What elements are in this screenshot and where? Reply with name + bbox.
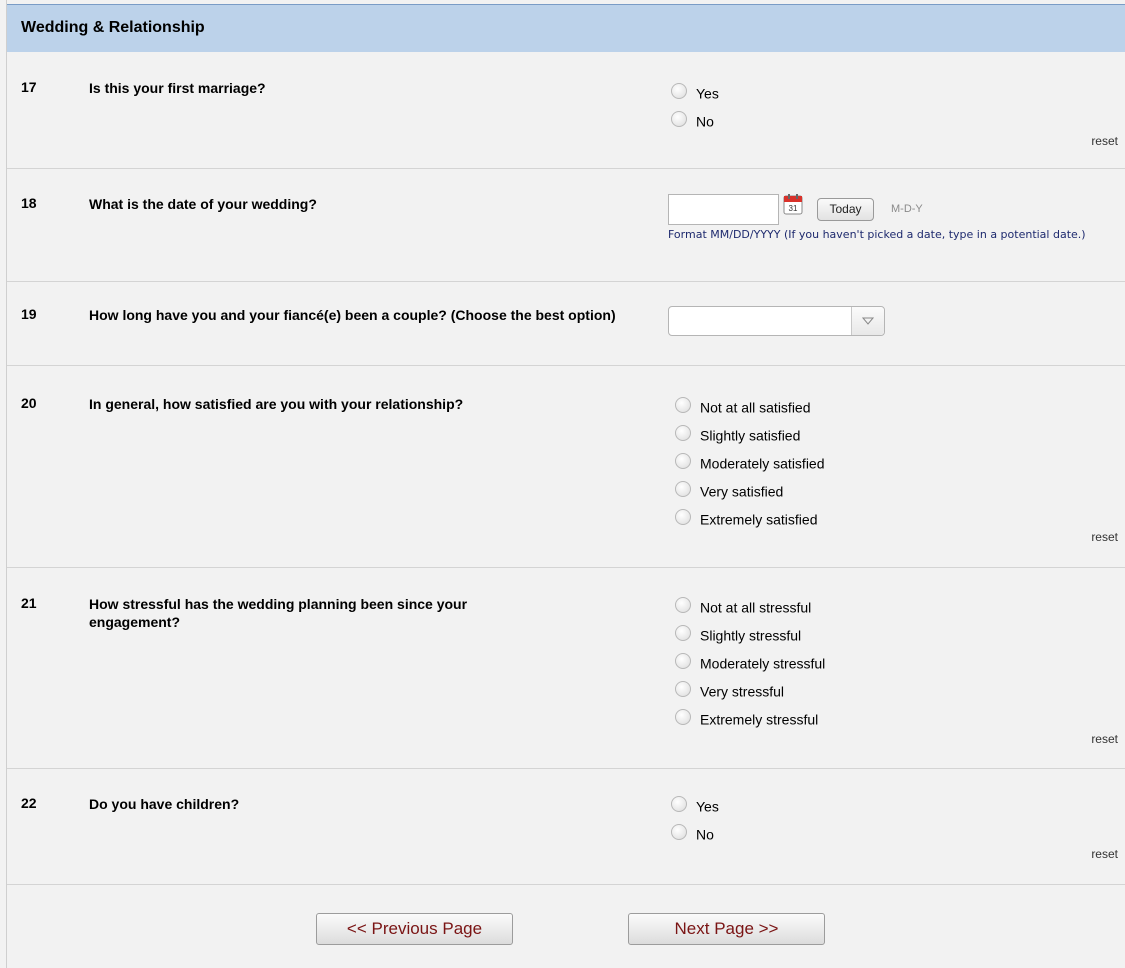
option-label: Very stressful bbox=[700, 683, 785, 700]
previous-page-button[interactable]: << Previous Page bbox=[316, 913, 513, 945]
radio-button[interactable] bbox=[675, 653, 691, 670]
question-row-20: 20 In general, how satisfied are you wit… bbox=[7, 366, 1125, 568]
option-label: No bbox=[696, 113, 714, 130]
section-title: Wedding & Relationship bbox=[21, 19, 205, 36]
option-label: No bbox=[696, 826, 714, 843]
question-text: How stressful has the wedding planning b… bbox=[89, 596, 468, 630]
question-text: How long have you and your fiancé(e) bee… bbox=[89, 307, 616, 323]
radio-button[interactable] bbox=[671, 796, 687, 813]
option-label: Not at all stressful bbox=[700, 599, 812, 616]
question-number: 21 bbox=[21, 595, 37, 611]
radio-button[interactable] bbox=[675, 481, 691, 498]
question-row-21: 21 How stressful has the wedding plannin… bbox=[7, 568, 1125, 769]
option-label: Moderately stressful bbox=[700, 655, 826, 672]
question-row-19: 19 How long have you and your fiancé(e) … bbox=[7, 282, 1125, 366]
question-number: 19 bbox=[21, 306, 37, 322]
option-yes[interactable]: Yes bbox=[671, 795, 719, 815]
question-row-17: 17 Is this your first marriage? Yes No r… bbox=[7, 52, 1125, 169]
section-header: Wedding & Relationship bbox=[7, 4, 1125, 52]
reset-link[interactable]: reset bbox=[1091, 847, 1118, 861]
chevron-down-icon bbox=[862, 317, 874, 325]
option-label: Not at all satisfied bbox=[700, 399, 811, 416]
option-slightly-stressful[interactable]: Slightly stressful bbox=[675, 624, 801, 644]
dropdown-arrow[interactable] bbox=[851, 307, 884, 335]
wedding-date-input[interactable] bbox=[668, 194, 779, 225]
radio-button[interactable] bbox=[675, 597, 691, 614]
question-row-22: 22 Do you have children? Yes No reset bbox=[7, 769, 1125, 885]
radio-button[interactable] bbox=[675, 397, 691, 414]
option-moderately-stressful[interactable]: Moderately stressful bbox=[675, 652, 825, 672]
question-number: 17 bbox=[21, 79, 37, 95]
radio-button[interactable] bbox=[671, 83, 687, 100]
option-extremely-stressful[interactable]: Extremely stressful bbox=[675, 708, 818, 728]
option-yes[interactable]: Yes bbox=[671, 82, 719, 102]
option-label: Yes bbox=[696, 85, 719, 102]
radio-button[interactable] bbox=[671, 111, 687, 128]
option-extremely-satisfied[interactable]: Extremely satisfied bbox=[675, 508, 817, 528]
calendar-icon[interactable]: 31 bbox=[783, 193, 803, 215]
option-not-at-all-satisfied[interactable]: Not at all satisfied bbox=[675, 396, 811, 416]
radio-button[interactable] bbox=[675, 625, 691, 642]
radio-button[interactable] bbox=[675, 509, 691, 526]
option-not-at-all-stressful[interactable]: Not at all stressful bbox=[675, 596, 811, 616]
option-label: Yes bbox=[696, 798, 719, 815]
option-label: Extremely stressful bbox=[700, 711, 819, 728]
option-label: Extremely satisfied bbox=[700, 511, 818, 528]
radio-button[interactable] bbox=[671, 824, 687, 841]
radio-button[interactable] bbox=[675, 425, 691, 442]
option-label: Moderately satisfied bbox=[700, 455, 825, 472]
question-number: 18 bbox=[21, 195, 37, 211]
question-number: 22 bbox=[21, 795, 37, 811]
radio-button[interactable] bbox=[675, 453, 691, 470]
question-text: Do you have children? bbox=[89, 796, 240, 812]
question-number: 20 bbox=[21, 395, 37, 411]
next-page-button[interactable]: Next Page >> bbox=[628, 913, 825, 945]
option-no[interactable]: No bbox=[671, 823, 714, 843]
reset-link[interactable]: reset bbox=[1091, 530, 1118, 544]
option-label: Slightly satisfied bbox=[700, 427, 801, 444]
date-format-hint: M-D-Y bbox=[891, 203, 923, 215]
option-moderately-satisfied[interactable]: Moderately satisfied bbox=[675, 452, 825, 472]
relationship-length-select[interactable] bbox=[668, 306, 885, 336]
option-very-satisfied[interactable]: Very satisfied bbox=[675, 480, 783, 500]
survey-page: Wedding & Relationship 17 Is this your f… bbox=[6, 0, 1125, 968]
question-row-18: 18 What is the date of your wedding? bbox=[7, 169, 1125, 282]
option-very-stressful[interactable]: Very stressful bbox=[675, 680, 784, 700]
radio-button[interactable] bbox=[675, 709, 691, 726]
question-text: What is the date of your wedding? bbox=[89, 196, 317, 212]
option-label: Slightly stressful bbox=[700, 627, 802, 644]
question-text: Is this your first marriage? bbox=[89, 80, 266, 96]
date-format-note: Format MM/DD/YYYY (If you haven't picked… bbox=[668, 228, 1086, 241]
radio-button[interactable] bbox=[675, 681, 691, 698]
option-no[interactable]: No bbox=[671, 110, 714, 130]
option-label: Very satisfied bbox=[700, 483, 784, 500]
today-button[interactable]: Today bbox=[817, 198, 874, 221]
option-slightly-satisfied[interactable]: Slightly satisfied bbox=[675, 424, 800, 444]
reset-link[interactable]: reset bbox=[1091, 134, 1118, 148]
svg-text:31: 31 bbox=[789, 204, 798, 213]
reset-link[interactable]: reset bbox=[1091, 732, 1118, 746]
question-text: In general, how satisfied are you with y… bbox=[89, 396, 464, 412]
